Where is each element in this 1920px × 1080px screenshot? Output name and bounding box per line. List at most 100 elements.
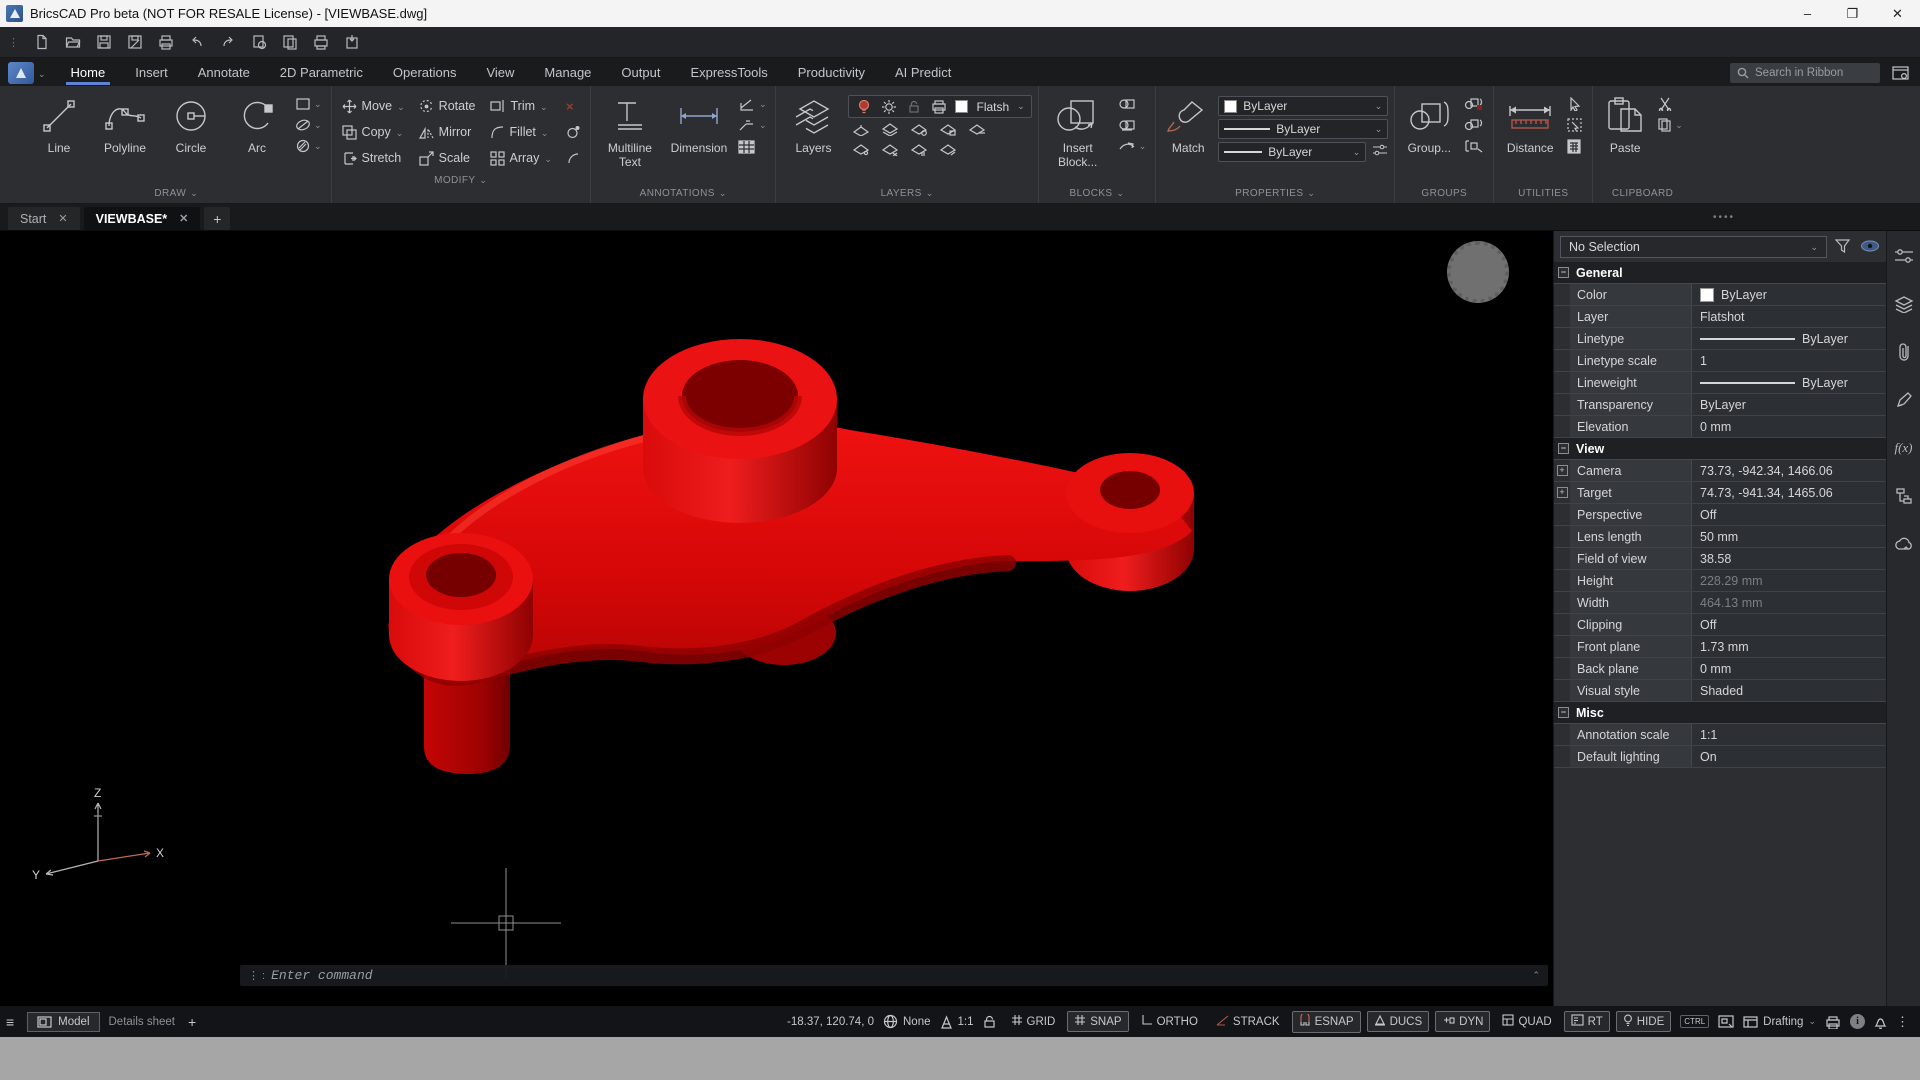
calculator-button[interactable] (1564, 138, 1586, 155)
layer-iso-icon[interactable] (852, 141, 869, 158)
ribbon-tab-expresstools[interactable]: ExpressTools (675, 58, 782, 86)
property-value[interactable]: 1 (1692, 350, 1886, 371)
properties-settings-icon[interactable] (1372, 143, 1388, 162)
select-window-button[interactable] (1564, 117, 1586, 133)
cut-scissors-icon[interactable] (1655, 96, 1686, 112)
layer-combo-chevron[interactable]: ⌄ (1017, 101, 1025, 112)
workspace-switcher[interactable]: Drafting ⌄ (1743, 1016, 1816, 1028)
match-properties-button[interactable]: Match (1162, 90, 1214, 155)
layer-state-icon[interactable] (881, 121, 898, 138)
print-icon[interactable] (157, 33, 175, 51)
details-sheet-tab[interactable]: Details sheet (109, 1016, 175, 1028)
model-viewport[interactable]: Z X Y ⋮ : Enter command ⌃ (0, 231, 1553, 1006)
status-overflow-menu[interactable]: ⋮ (1896, 1014, 1910, 1030)
command-input[interactable]: Enter command (271, 968, 372, 983)
property-value[interactable]: 1:1 (1692, 724, 1886, 745)
toggle-ducs[interactable]: DUCS (1367, 1011, 1430, 1032)
ribbon-tab-manage[interactable]: Manage (529, 58, 606, 86)
distance-button[interactable]: Distance (1500, 90, 1560, 155)
current-layer-value[interactable]: Flatsh (976, 100, 1009, 114)
block-tools-button[interactable] (1115, 138, 1150, 154)
annotate-pen-icon[interactable] (1893, 389, 1915, 411)
command-line[interactable]: ⋮ : Enter command ⌃ (240, 965, 1548, 986)
clipboard-footer-label[interactable]: CLIPBOARD (1612, 188, 1673, 199)
new-document-icon[interactable] (33, 33, 51, 51)
block-edit-button[interactable] (1115, 96, 1150, 112)
layer-lock-icon[interactable] (905, 98, 922, 115)
table-button[interactable] (735, 138, 770, 156)
layer-off-icon[interactable] (881, 141, 898, 158)
rectangle-button[interactable] (292, 96, 325, 112)
ribbon-search[interactable]: Search in Ribbon (1730, 63, 1880, 83)
toggle-dyn[interactable]: DYN (1435, 1011, 1490, 1032)
group-button[interactable]: Group... (1401, 90, 1457, 155)
layers-strip-icon[interactable] (1893, 293, 1915, 315)
info-icon[interactable]: i (1850, 1014, 1865, 1029)
section-header-general[interactable]: −General (1554, 262, 1886, 284)
scale-button[interactable]: Scale (415, 149, 480, 168)
hotkey-assistant-chip[interactable]: CTRL (1680, 1015, 1709, 1028)
layer-new-icon[interactable] (852, 121, 869, 138)
toolbar-grip[interactable]: ⋮ (8, 36, 18, 49)
toggle-rt[interactable]: RT (1564, 1011, 1610, 1032)
property-value[interactable]: 50 mm (1692, 526, 1886, 547)
paste-button[interactable]: Paste (1599, 90, 1651, 155)
arc-edit-button[interactable] (562, 149, 584, 167)
close-tab-icon[interactable]: ✕ (58, 212, 67, 225)
layer-sun-icon[interactable] (880, 98, 897, 115)
layer-color-swatch[interactable] (955, 100, 968, 113)
circle-tan-button[interactable] (562, 123, 584, 141)
undo-icon[interactable] (188, 33, 206, 51)
ribbon-tab-output[interactable]: Output (606, 58, 675, 86)
cursor-coordinates[interactable]: -18.37, 120.74, 0 (787, 1016, 874, 1028)
ribbon-tab-productivity[interactable]: Productivity (783, 58, 880, 86)
attachments-icon[interactable] (1893, 341, 1915, 363)
ribbon-tab-annotate[interactable]: Annotate (183, 58, 265, 86)
toggle-grid[interactable]: GRID (1005, 1012, 1062, 1031)
toggle-hide[interactable]: HIDE (1616, 1011, 1671, 1032)
toggle-ortho[interactable]: ORTHO (1135, 1012, 1204, 1031)
layer-freeze-icon[interactable] (910, 121, 927, 138)
maximize-button[interactable]: ❐ (1830, 0, 1875, 27)
layer-print-icon[interactable] (930, 98, 947, 115)
collapse-icon[interactable]: − (1558, 443, 1569, 454)
layers-button[interactable]: Layers (782, 90, 844, 155)
properties-footer-label[interactable]: PROPERTIES (1235, 188, 1303, 199)
print-status-icon[interactable] (1825, 1015, 1841, 1029)
ribbon-tab-home[interactable]: Home (56, 58, 121, 86)
tab-start[interactable]: Start ✕ (8, 207, 80, 230)
collapse-icon[interactable]: − (1558, 707, 1569, 718)
ribbon-tab-insert[interactable]: Insert (120, 58, 183, 86)
properties-strip-icon[interactable] (1893, 245, 1915, 267)
property-value[interactable]: 1.73 mm (1692, 636, 1886, 657)
layer-unlock-icon[interactable] (939, 141, 956, 158)
save-as-icon[interactable] (126, 33, 144, 51)
modify-footer-label[interactable]: MODIFY (434, 175, 475, 186)
ribbon-tab-ai-predict[interactable]: AI Predict (880, 58, 966, 86)
dimension-button[interactable]: Dimension (667, 90, 731, 155)
expand-icon[interactable]: + (1557, 487, 1568, 498)
property-value[interactable]: On (1692, 746, 1886, 767)
new-tab-button[interactable]: + (204, 207, 230, 230)
blocks-footer-label[interactable]: BLOCKS (1070, 188, 1113, 199)
property-value[interactable]: 74.73, -941.34, 1465.06 (1692, 482, 1886, 503)
notification-bell-icon[interactable] (1874, 1015, 1887, 1029)
save-icon[interactable] (95, 33, 113, 51)
selection-dropdown[interactable]: No Selection ⌄ (1560, 236, 1827, 258)
dim-leader-button[interactable] (735, 117, 770, 133)
property-value[interactable]: 0 mm (1692, 658, 1886, 679)
toggle-strack[interactable]: STRACK (1210, 1012, 1286, 1031)
property-value[interactable]: 38.58 (1692, 548, 1886, 569)
property-value[interactable]: 464.13 mm (1692, 592, 1886, 613)
minimize-button[interactable]: – (1785, 0, 1830, 27)
property-value[interactable]: Off (1692, 504, 1886, 525)
lineweight-combo[interactable]: ByLayer ⌄ (1218, 119, 1388, 139)
block-replace-button[interactable] (1115, 117, 1150, 133)
layer-match-icon[interactable] (968, 121, 985, 138)
open-folder-icon[interactable] (64, 33, 82, 51)
command-history-chevron[interactable]: ⌃ (1532, 970, 1540, 981)
property-value[interactable]: Flatshot (1692, 306, 1886, 327)
lock-ui-icon[interactable] (983, 1015, 996, 1028)
section-header-view[interactable]: −View (1554, 438, 1886, 460)
toggle-snap[interactable]: SNAP (1067, 1011, 1128, 1032)
